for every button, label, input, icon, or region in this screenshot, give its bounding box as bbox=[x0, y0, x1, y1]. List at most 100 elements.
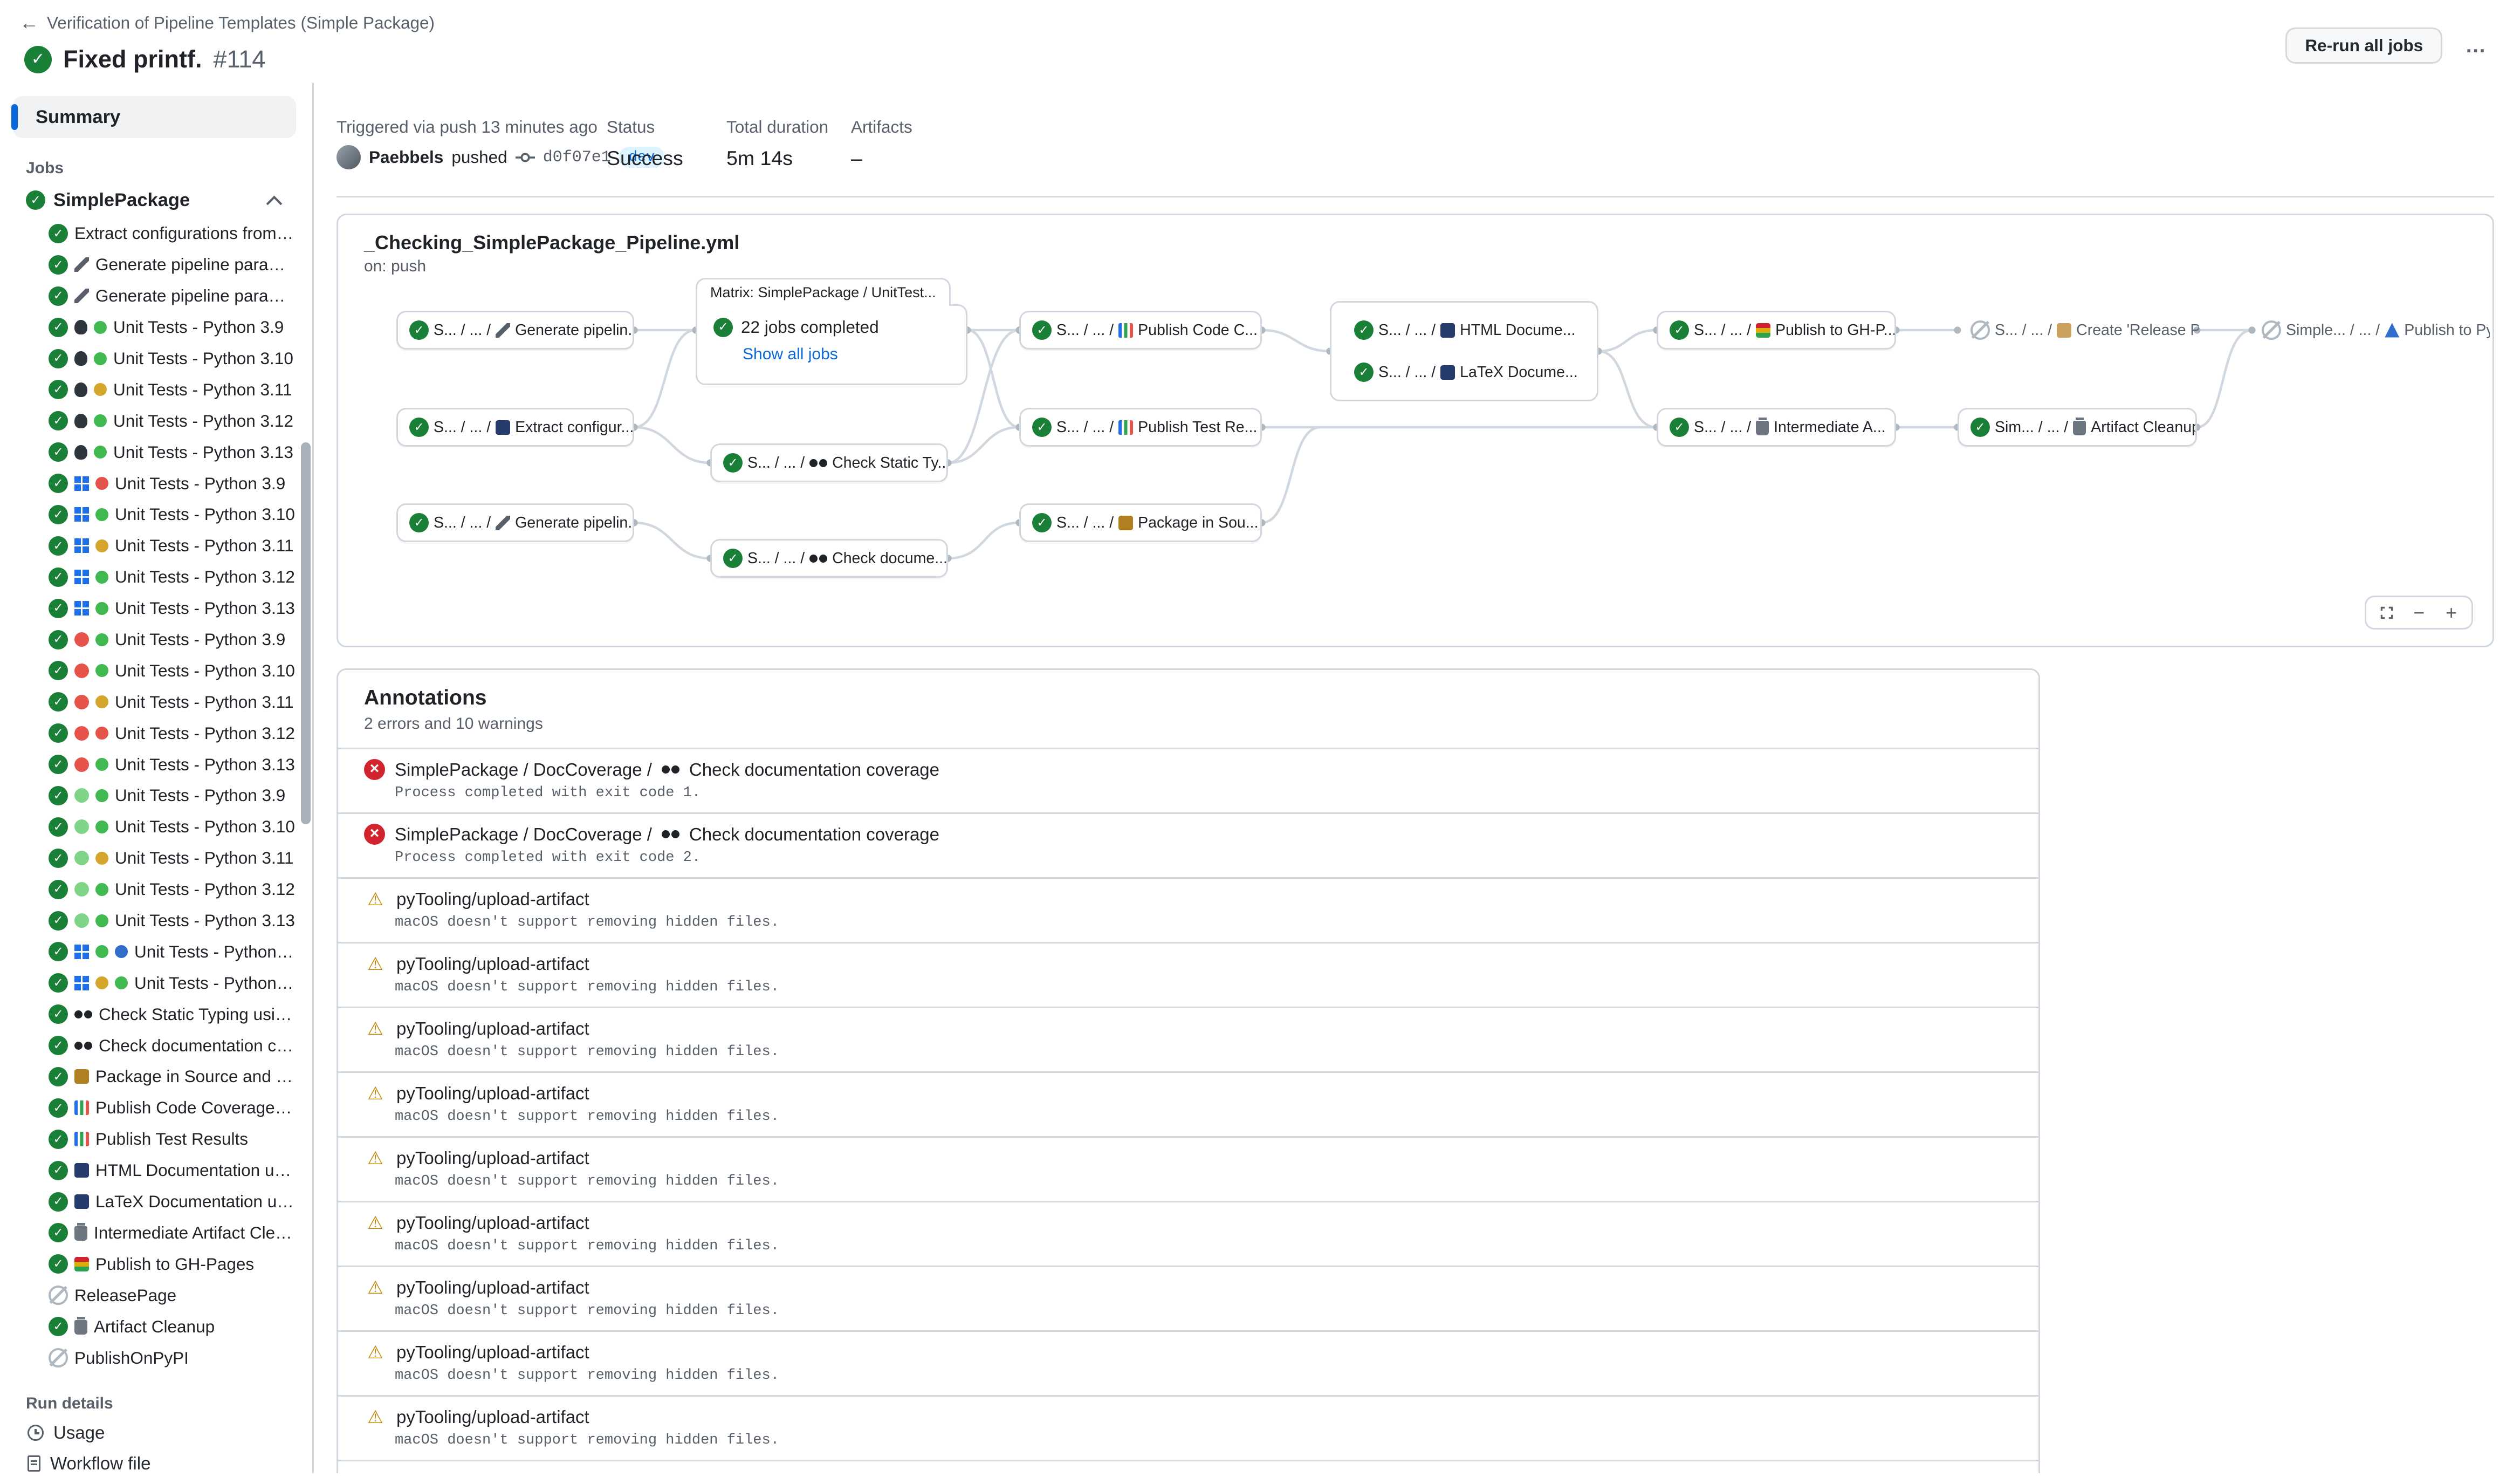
sidebar-job-item[interactable]: Extract configurations from p... bbox=[13, 218, 296, 249]
sidebar-job-item[interactable]: Artifact Cleanup bbox=[13, 1311, 296, 1342]
fullscreen-button[interactable] bbox=[2374, 600, 2399, 625]
graph-node[interactable]: S... / ... /LaTeX Docume...51s bbox=[1341, 353, 1587, 392]
chevron-up-icon[interactable] bbox=[266, 195, 283, 211]
sidebar-scrollbar[interactable] bbox=[301, 442, 311, 824]
graph-node[interactable]: S... / ... /Publish Test Re...13s bbox=[1019, 408, 1262, 447]
node-name: Publish to GH-P... bbox=[1775, 322, 1896, 339]
sidebar-job-item[interactable]: Unit Tests - Python 3.12 bbox=[13, 405, 296, 436]
sidebar-item-workflow-file[interactable]: Workflow file bbox=[13, 1448, 296, 1473]
sidebar-job-item[interactable]: Publish Code Coverage Results bbox=[13, 1092, 296, 1124]
annotation-name[interactable]: pyTooling/upload-artifact bbox=[396, 1083, 589, 1104]
sidebar-job-item[interactable]: Unit Tests - Python 3.11 bbox=[13, 843, 296, 874]
graph-node[interactable]: S... / ... /Create 'Release Pa... bbox=[1958, 311, 2200, 350]
sidebar-job-item[interactable]: Unit Tests - Python 3.10 bbox=[13, 499, 296, 530]
actor-name-link[interactable]: Paebbels bbox=[369, 147, 443, 167]
sidebar-job-item[interactable]: Unit Tests - Python 3.9 bbox=[13, 312, 296, 343]
sidebar-job-item[interactable]: Unit Tests - Python 3.11 bbox=[13, 374, 296, 405]
sidebar-job-item[interactable]: Unit Tests - Python 3.12 bbox=[13, 967, 296, 999]
annotation-name[interactable]: pyTooling/upload-artifact bbox=[396, 1342, 589, 1363]
success-status-icon bbox=[49, 817, 68, 837]
node-duration: 16s bbox=[1891, 419, 1896, 436]
skipped-status-icon bbox=[49, 1348, 68, 1367]
graph-node[interactable]: S... / ... /Package in Sou...18s bbox=[1019, 503, 1262, 542]
annotation-name[interactable]: pyTooling/upload-artifact bbox=[396, 1148, 589, 1168]
annotation-name[interactable]: pyTooling/upload-artifact bbox=[396, 1213, 589, 1233]
sidebar-job-item[interactable]: Unit Tests - Python 3.13 bbox=[13, 436, 296, 468]
show-all-jobs-link[interactable]: Show all jobs bbox=[743, 345, 950, 364]
success-status-icon bbox=[49, 1192, 68, 1212]
sidebar-job-item[interactable]: Unit Tests - Python 3.11 bbox=[13, 530, 296, 562]
annotation-name[interactable]: pyTooling/upload-artifact bbox=[396, 1407, 589, 1427]
sidebar-job-item[interactable]: Unit Tests - Python 3.11 bbox=[13, 686, 296, 717]
sidebar-job-item[interactable]: Unit Tests - Python 3.10 bbox=[13, 811, 296, 843]
zoom-in-button[interactable]: + bbox=[2439, 600, 2463, 625]
sidebar-job-item[interactable]: LaTeX Documentation using ... bbox=[13, 1186, 296, 1218]
graph-node[interactable]: S... / ... /Check docume...18s bbox=[710, 539, 948, 578]
scrollbar-thumb[interactable] bbox=[301, 442, 311, 824]
sidebar-job-item[interactable]: Generate pipeline parameters bbox=[13, 281, 296, 312]
sidebar-job-item[interactable]: Unit Tests - Python 3.9 bbox=[13, 780, 296, 811]
back-link[interactable]: Verification of Pipeline Templates (Simp… bbox=[47, 13, 435, 33]
artifacts-value: – bbox=[851, 147, 912, 170]
sidebar-job-item[interactable]: Unit Tests - Python 3.13 bbox=[13, 905, 296, 936]
rerun-all-jobs-button[interactable]: Re-run all jobs bbox=[2285, 28, 2442, 64]
node-prefix: S... / ... / bbox=[1694, 322, 1751, 339]
success-status-icon bbox=[1032, 418, 1052, 437]
actor-avatar[interactable] bbox=[337, 145, 361, 169]
matrix-group-box[interactable]: Matrix: SimplePackage / UnitTest... 22 j… bbox=[696, 304, 967, 385]
annotation-name[interactable]: pyTooling/upload-artifact bbox=[396, 1018, 589, 1039]
sidebar-job-item[interactable]: Unit Tests - Python 3.9 bbox=[13, 624, 296, 655]
sidebar-job-item[interactable]: PublishOnPyPI bbox=[13, 1342, 296, 1373]
dot-green-icon bbox=[95, 508, 108, 521]
graph-node[interactable]: S... / ... /Intermediate A...16s bbox=[1657, 408, 1896, 447]
commit-hash-link[interactable]: d0f07e1 bbox=[543, 148, 611, 167]
success-status-icon bbox=[49, 442, 68, 462]
graph-node[interactable]: S... / ... /HTML Docume...55s bbox=[1341, 311, 1587, 350]
annotation-name[interactable]: Check documentation coverage bbox=[689, 824, 939, 845]
sidebar-job-item[interactable]: Check Static Typing using Pyt... bbox=[13, 999, 296, 1030]
graph-node[interactable]: S... / ... /Publish to GH-P...7s bbox=[1657, 311, 1896, 350]
sidebar-job-item[interactable]: ReleasePage bbox=[13, 1280, 296, 1311]
graph-node[interactable]: S... / ... /Check Static Ty...17s bbox=[710, 443, 948, 482]
sidebar-item-usage[interactable]: Usage bbox=[13, 1418, 296, 1448]
annotation-name[interactable]: pyTooling/upload-artifact bbox=[396, 889, 589, 910]
sidebar-job-item[interactable]: Unit Tests - Python 3.10 bbox=[13, 655, 296, 686]
sidebar-group-simplepackage[interactable]: SimplePackage bbox=[13, 182, 296, 218]
job-label: Unit Tests - Python 3.12 bbox=[115, 879, 295, 899]
sidebar-job-item[interactable]: Publish Test Results bbox=[13, 1124, 296, 1155]
annotation-name[interactable]: pyTooling/upload-artifact bbox=[396, 1277, 589, 1298]
sidebar-job-item[interactable]: Unit Tests - Python 3.13 bbox=[13, 749, 296, 780]
sidebar-job-item[interactable]: Unit Tests - Python 3.13 bbox=[13, 593, 296, 624]
sidebar-job-item[interactable]: Unit Tests - Python 3.10 bbox=[13, 343, 296, 374]
graph-node[interactable]: Simple... / ... /Publish to PyPI bbox=[2249, 311, 2491, 350]
graph-node[interactable]: S... / ... /Generate pipelin...0s bbox=[396, 311, 634, 350]
graph-node[interactable]: S... / ... /Publish Code C...20s bbox=[1019, 311, 1262, 350]
sidebar-job-item[interactable]: Generate pipeline parameters bbox=[13, 249, 296, 281]
annotation-name[interactable]: Check documentation coverage bbox=[689, 760, 939, 780]
annotation-name[interactable]: pyTooling/upload-artifact bbox=[396, 954, 589, 974]
sidebar-job-item[interactable]: Unit Tests - Python 3.9 bbox=[13, 468, 296, 499]
sidebar-job-item[interactable]: Package in Source and Wheel... bbox=[13, 1061, 296, 1092]
zoom-out-button[interactable]: − bbox=[2407, 600, 2431, 625]
graph-node[interactable]: S... / ... /Extract configur...4s bbox=[396, 408, 634, 447]
annotation-name[interactable]: pyTooling/upload-artifact bbox=[396, 1472, 589, 1474]
sidebar-job-item[interactable]: Check documentation covera... bbox=[13, 1030, 296, 1061]
sidebar-job-item[interactable]: Unit Tests - Python 3.12 bbox=[13, 936, 296, 967]
clock-icon bbox=[28, 1425, 44, 1441]
annotation-warning: pyTooling/upload-artifactmacOS doesn't s… bbox=[338, 1395, 2038, 1460]
graph-node[interactable]: S... / ... /Generate pipelin...0s bbox=[396, 503, 634, 542]
sidebar-job-item[interactable]: Intermediate Artifact Cleanup bbox=[13, 1218, 296, 1249]
sidebar-job-item[interactable]: HTML Documentation using ... bbox=[13, 1155, 296, 1186]
sidebar-job-item[interactable]: Unit Tests - Python 3.12 bbox=[13, 717, 296, 749]
sidebar-job-item[interactable]: Unit Tests - Python 3.12 bbox=[13, 562, 296, 593]
graph-node[interactable]: Sim... / ... /Artifact Cleanup4s bbox=[1958, 408, 2197, 447]
graph-edge bbox=[634, 427, 710, 463]
sidebar-item-summary[interactable]: Summary bbox=[13, 96, 296, 138]
sidebar-job-item[interactable]: Publish to GH-Pages bbox=[13, 1248, 296, 1280]
back-arrow-icon[interactable]: ← bbox=[19, 11, 39, 34]
kebab-menu-button[interactable]: … bbox=[2459, 31, 2494, 61]
pages-icon bbox=[1756, 323, 1770, 338]
sidebar-job-item[interactable]: Unit Tests - Python 3.12 bbox=[13, 874, 296, 905]
graph-edge bbox=[634, 523, 710, 558]
node-name: Publish Code C... bbox=[1138, 322, 1258, 339]
